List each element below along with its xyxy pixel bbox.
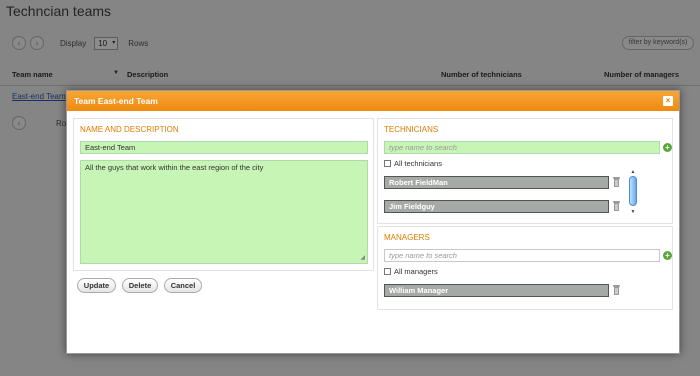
all-managers-row: All managers — [384, 267, 438, 276]
managers-panel: MANAGERS type name to search + All manag… — [377, 226, 673, 310]
name-description-panel: NAME AND DESCRIPTION East-end Team All t… — [73, 118, 374, 271]
all-managers-label: All managers — [394, 267, 438, 276]
technicians-scrollbar[interactable]: ▲ ▼ — [628, 169, 638, 217]
all-technicians-label: All technicians — [394, 159, 442, 168]
add-technician-icon[interactable]: + — [663, 143, 672, 152]
dialog-header: Team East-end Team × — [67, 91, 679, 111]
delete-button[interactable]: Delete — [122, 278, 158, 293]
all-technicians-checkbox[interactable] — [384, 160, 391, 167]
add-manager-icon[interactable]: + — [663, 251, 672, 260]
edit-team-dialog: Team East-end Team × NAME AND DESCRIPTIO… — [66, 90, 680, 354]
close-icon[interactable]: × — [663, 96, 673, 106]
technicians-title: TECHNICIANS — [384, 125, 439, 134]
description-text: All the guys that work within the east r… — [85, 163, 264, 172]
cancel-button[interactable]: Cancel — [164, 278, 202, 293]
scroll-down-icon[interactable]: ▼ — [628, 209, 638, 215]
dialog-title: Team East-end Team — [74, 96, 158, 106]
resize-grip-icon[interactable]: ◢ — [360, 254, 365, 261]
technician-item: Jim Fieldguy — [384, 200, 609, 213]
technician-item: Robert FieldMan — [384, 176, 609, 189]
name-description-title: NAME AND DESCRIPTION — [80, 125, 179, 134]
all-technicians-row: All technicians — [384, 159, 442, 168]
technicians-panel: TECHNICIANS type name to search + All te… — [377, 118, 673, 224]
update-button[interactable]: Update — [77, 278, 116, 293]
trash-icon[interactable] — [613, 285, 620, 295]
trash-icon[interactable] — [613, 177, 620, 187]
managers-title: MANAGERS — [384, 233, 430, 242]
trash-icon[interactable] — [613, 201, 620, 211]
team-name-input[interactable]: East-end Team — [80, 141, 368, 154]
manager-search-input[interactable]: type name to search — [384, 249, 660, 262]
all-managers-checkbox[interactable] — [384, 268, 391, 275]
technician-search-input[interactable]: type name to search — [384, 141, 660, 154]
scroll-thumb[interactable] — [629, 176, 637, 206]
manager-item: William Manager — [384, 284, 609, 297]
team-description-textarea[interactable]: All the guys that work within the east r… — [80, 160, 368, 264]
scroll-up-icon[interactable]: ▲ — [628, 169, 638, 175]
